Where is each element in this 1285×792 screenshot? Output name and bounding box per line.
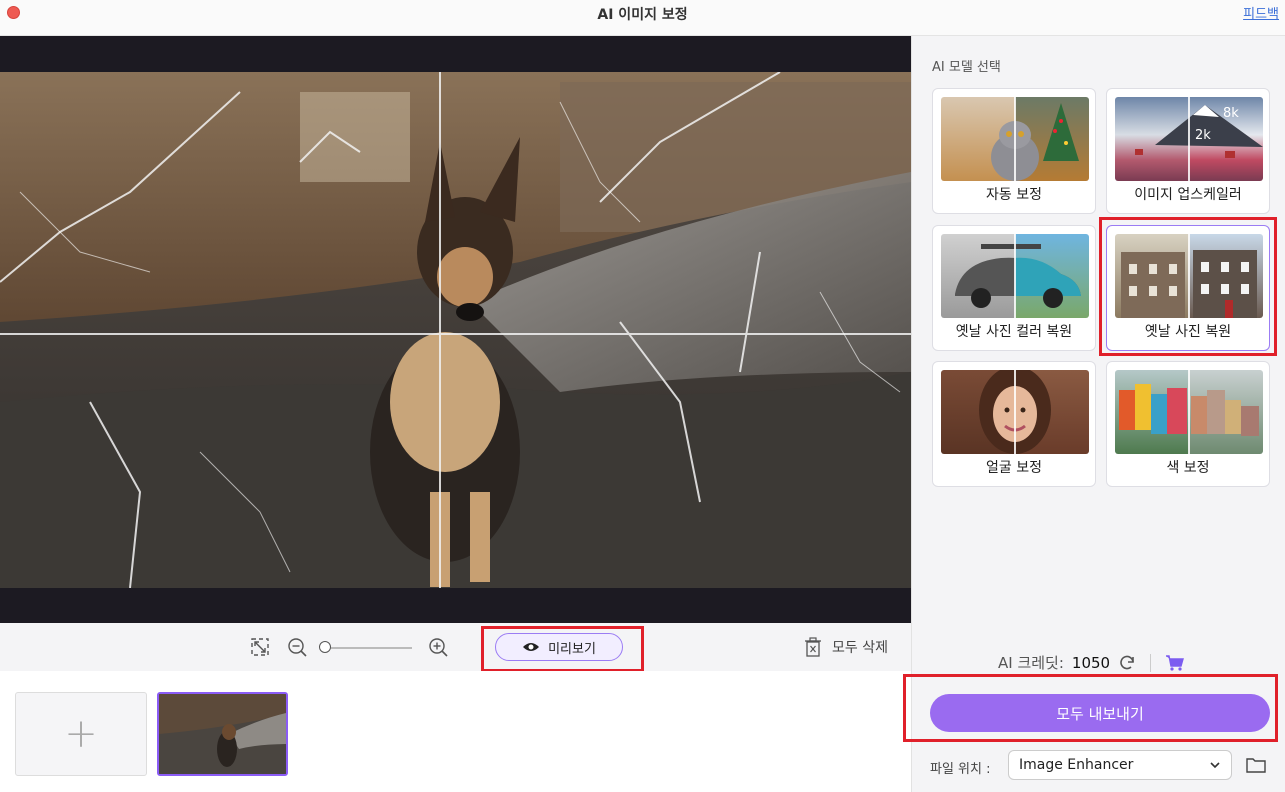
model-label: 이미지 업스케일러 xyxy=(1134,187,1242,203)
highlight-box xyxy=(481,626,644,672)
model-card-old-photo-colorize[interactable]: 옛날 사진 컬러 복원 xyxy=(932,225,1096,351)
model-preview-image xyxy=(941,97,1089,181)
image-thumbnail[interactable] xyxy=(157,692,288,776)
credits-value: 1050 xyxy=(1071,653,1111,672)
badge-8k: 8k xyxy=(1223,106,1239,121)
image-canvas xyxy=(0,36,911,623)
delete-all-button[interactable]: 모두 삭제 xyxy=(804,637,888,657)
model-preview-image: 8k 2k xyxy=(1115,97,1263,181)
feedback-link[interactable]: 피드백 xyxy=(1243,3,1279,22)
model-section-title: AI 모델 선택 xyxy=(932,60,1001,75)
model-card-upscaler[interactable]: 8k 2k 이미지 업스케일러 xyxy=(1106,88,1270,214)
file-location-value: Image Enhancer xyxy=(1019,757,1134,773)
canvas-toolbar: 미리보기 모두 삭제 xyxy=(0,623,911,672)
highlight-box xyxy=(1099,217,1277,356)
delete-all-label: 모두 삭제 xyxy=(832,640,888,656)
credits-display: AI 크레딧: 1050 xyxy=(998,652,1185,673)
refresh-icon[interactable] xyxy=(1118,654,1136,672)
model-preview-image xyxy=(941,234,1089,318)
credits-label: AI 크레딧: xyxy=(998,654,1064,672)
zoom-slider-handle[interactable] xyxy=(319,641,331,653)
chevron-down-icon xyxy=(1210,762,1220,769)
zoom-slider-track[interactable] xyxy=(322,647,412,649)
divider xyxy=(1150,653,1152,672)
settings-panel: AI 모델 선택 자동 보정 8k 2k 이미지 업스케일러 옛날 사진 컬러 … xyxy=(903,36,1285,792)
plus-icon: + xyxy=(64,711,98,757)
file-location-select[interactable]: Image Enhancer xyxy=(1008,750,1232,780)
window-title: AI 이미지 보정 xyxy=(597,7,688,23)
model-preview-image xyxy=(1115,370,1263,454)
cart-icon[interactable] xyxy=(1165,654,1185,672)
add-image-button[interactable]: + xyxy=(15,692,147,776)
model-label: 옛날 사진 컬러 복원 xyxy=(955,324,1073,340)
folder-icon[interactable] xyxy=(1245,754,1267,776)
fit-screen-icon[interactable] xyxy=(250,637,270,657)
highlight-box xyxy=(903,674,1278,742)
model-label: 얼굴 보정 xyxy=(986,460,1042,476)
model-card-face[interactable]: 얼굴 보정 xyxy=(932,361,1096,487)
model-card-auto[interactable]: 자동 보정 xyxy=(932,88,1096,214)
badge-2k: 2k xyxy=(1195,128,1211,143)
model-preview-image xyxy=(941,370,1089,454)
zoom-in-icon[interactable] xyxy=(428,637,448,657)
model-label: 색 보정 xyxy=(1166,460,1210,476)
model-label: 자동 보정 xyxy=(986,187,1042,203)
thumbnail-strip: + xyxy=(0,671,911,792)
model-card-color[interactable]: 색 보정 xyxy=(1106,361,1270,487)
trash-icon xyxy=(805,637,821,657)
title-bar: AI 이미지 보정 피드백 xyxy=(0,0,1285,36)
zoom-out-icon[interactable] xyxy=(287,637,307,657)
file-location-label: 파일 위치 : xyxy=(930,762,991,777)
main-image xyxy=(0,72,911,588)
